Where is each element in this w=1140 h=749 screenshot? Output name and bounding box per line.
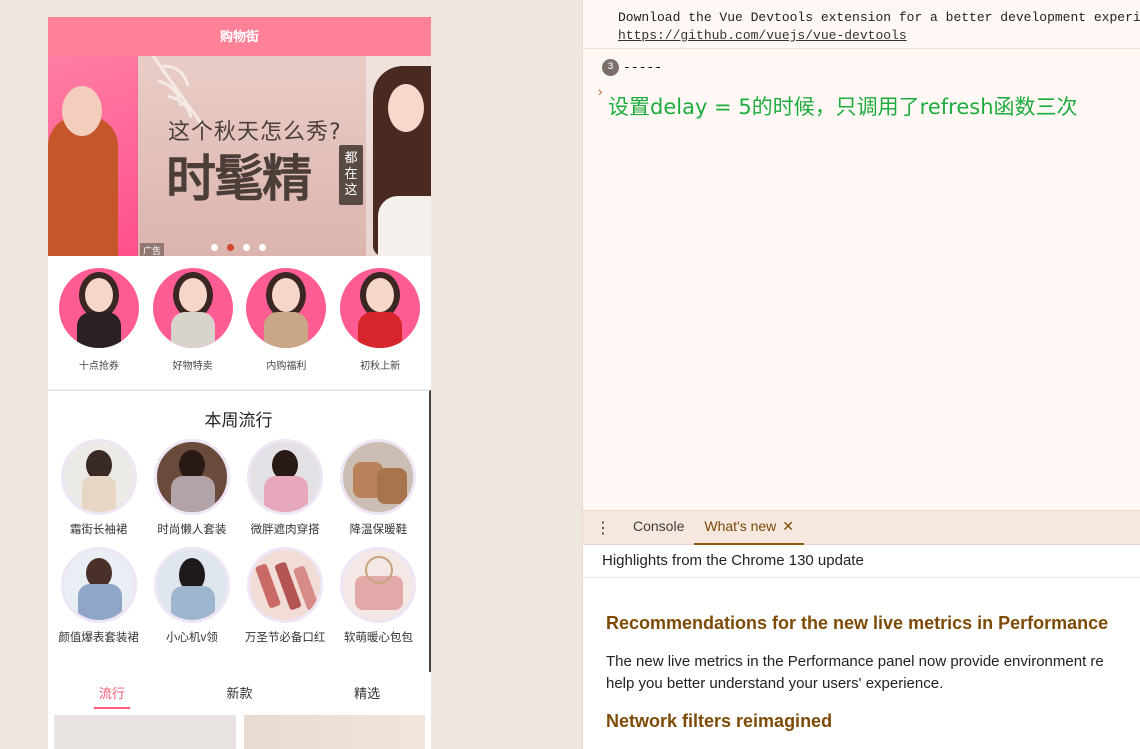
item-image <box>340 439 417 515</box>
item-label: 微胖遮肉穿搭 <box>250 524 320 536</box>
item-image <box>247 547 324 623</box>
log-text: ----- <box>623 59 663 75</box>
weekly-item[interactable]: 时尚懒人套装 <box>145 439 238 537</box>
recommend-item[interactable]: 初秋上新 <box>339 268 421 389</box>
weekly-item[interactable]: 颜值爆表套装裙 <box>52 547 145 645</box>
banner-carousel[interactable]: 这个秋天怎么秀? 时髦精 都在这 广告 <box>48 56 431 256</box>
section-title: 本周流行 <box>204 411 273 430</box>
article-heading: Recommendations for the new live metrics… <box>606 613 1109 633</box>
carousel-indicator <box>211 244 266 251</box>
tab-control: 流行 新款 精选 <box>48 672 431 709</box>
weekly-item[interactable]: 万圣节必备口红 <box>239 547 332 645</box>
carousel-dot[interactable] <box>259 244 266 251</box>
carousel-dot[interactable] <box>211 244 218 251</box>
tab-selected[interactable]: 精选 <box>337 683 397 708</box>
weekly-item[interactable]: 小心机v领 <box>145 547 238 645</box>
weekly-item[interactable]: 微胖遮肉穿搭 <box>239 439 332 537</box>
item-image <box>340 547 417 623</box>
avatar <box>340 268 421 348</box>
recommend-item[interactable]: 好物特卖 <box>152 268 234 389</box>
weekly-item[interactable]: 霜街长袖裙 <box>52 439 145 537</box>
weekly-grid: 霜街长袖裙 时尚懒人套装 微胖遮肉穿搭 降温保暖鞋 颜值爆表套装裙 小心机v领 … <box>48 439 429 645</box>
tab-popular[interactable]: 流行 <box>82 683 142 709</box>
avatar <box>152 268 233 348</box>
nav-bar: 购物街 <box>48 17 431 56</box>
devtools-panel: Download the Vue Devtools extension for … <box>582 0 1140 749</box>
avatar <box>58 268 139 348</box>
weekly-popular-section: 本周流行 霜街长袖裙 时尚懒人套装 微胖遮肉穿搭 降温保暖鞋 颜值爆表套装裙 小… <box>48 390 431 672</box>
banner-headline: 时髦精 <box>166 150 312 208</box>
item-label: 颜值爆表套装裙 <box>58 632 139 644</box>
recommend-row: 十点抢券 好物特卖 内购福利 初秋上新 <box>48 256 431 390</box>
item-image <box>153 547 230 623</box>
shopping-app: 购物街 这个秋天怎么秀? 时髦精 都在这 广告 十点抢券 好物特卖 内购福利 初… <box>48 17 431 749</box>
recommend-label: 好物特卖 <box>172 361 213 372</box>
item-label: 时尚懒人套装 <box>157 524 227 536</box>
recommend-item[interactable]: 内购福利 <box>245 268 327 389</box>
page-title: 购物街 <box>219 29 259 44</box>
weekly-item[interactable]: 软萌暖心包包 <box>332 547 425 645</box>
tab-whats-new[interactable]: What's new ✕ <box>694 510 804 545</box>
tab-new[interactable]: 新款 <box>209 683 269 708</box>
article-heading: Network filters reimagined <box>606 711 833 731</box>
close-icon[interactable]: ✕ <box>782 518 794 534</box>
carousel-dot-active[interactable] <box>227 244 234 251</box>
item-image <box>60 547 137 623</box>
more-options-icon[interactable]: ⋮ <box>583 518 623 538</box>
goods-item[interactable] <box>243 715 425 749</box>
console-message: Download the Vue Devtools extension for … <box>583 0 1140 49</box>
item-image <box>153 439 230 515</box>
repeat-count-badge: 3 <box>602 58 619 76</box>
item-image <box>60 439 137 515</box>
goods-list <box>48 708 431 749</box>
goods-item[interactable] <box>54 715 236 749</box>
item-image <box>247 439 324 515</box>
highlights-header: Highlights from the Chrome 130 update <box>583 545 1140 578</box>
banner-side-tag: 都在这 <box>339 145 363 205</box>
article-paragraph: The new live metrics in the Performance … <box>606 653 1104 692</box>
console-link[interactable]: https://github.com/vuejs/vue-devtools <box>618 27 1140 45</box>
weekly-item[interactable]: 降温保暖鞋 <box>332 439 425 537</box>
item-label: 霜街长袖裙 <box>69 524 128 536</box>
console-log-row: 3 ----- <box>583 49 1140 79</box>
devtools-drawer: ⋮ Console What's new ✕ Highlights from t… <box>583 510 1140 749</box>
item-label: 万圣节必备口红 <box>244 632 326 644</box>
item-label: 降温保暖鞋 <box>349 524 408 536</box>
tab-console[interactable]: Console <box>623 510 694 545</box>
recommend-label: 内购福利 <box>266 361 307 372</box>
console-prompt-icon: › <box>598 84 603 99</box>
recommend-label: 初秋上新 <box>360 361 401 372</box>
recommend-item[interactable]: 十点抢券 <box>58 268 140 389</box>
ad-label: 广告 <box>140 243 165 256</box>
recommend-label: 十点抢券 <box>78 361 119 372</box>
carousel-dot[interactable] <box>243 244 250 251</box>
item-label: 小心机v领 <box>166 632 218 644</box>
avatar <box>246 268 327 348</box>
item-label: 软萌暖心包包 <box>343 632 413 644</box>
drawer-tabbar: ⋮ Console What's new ✕ <box>583 510 1140 545</box>
annotation-text: 设置delay = 5的时候，只调用了refresh函数三次 <box>608 95 1078 119</box>
